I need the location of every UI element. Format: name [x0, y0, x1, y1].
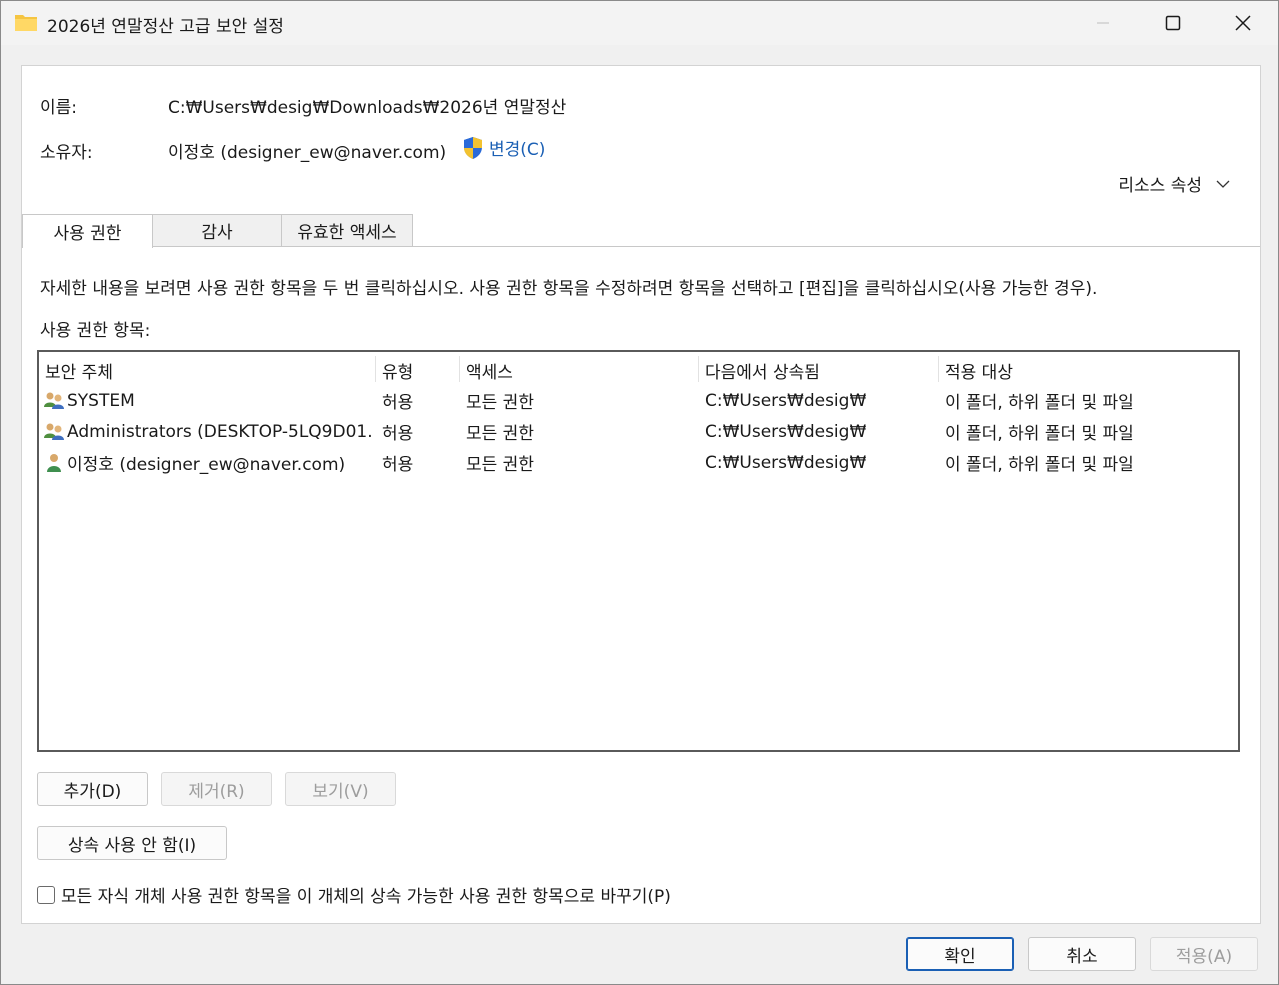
close-button[interactable] — [1213, 1, 1273, 45]
permission-entries-label: 사용 권한 항목: — [40, 321, 151, 341]
settings-panel: 이름: C:₩Users₩desig₩Downloads₩2026년 연말정산 … — [21, 65, 1261, 924]
permission-row[interactable]: SYSTEM 허용 모든 권한 C:₩Users₩desig₩ 이 폴더, 하위… — [39, 385, 1238, 416]
type-cell: 허용 — [382, 424, 414, 444]
change-owner-label: 변경(C) — [489, 140, 546, 160]
inherited-cell: C:₩Users₩desig₩ — [705, 390, 867, 411]
uac-shield-icon — [464, 136, 482, 159]
tab-permissions[interactable]: 사용 권한 — [22, 214, 153, 248]
access-cell: 모든 권한 — [466, 424, 534, 444]
user-icon — [47, 453, 61, 472]
group-users-icon — [44, 423, 64, 440]
maximize-icon — [1165, 15, 1181, 31]
permission-entries-list[interactable]: 보안 주체 유형 액세스 다음에서 상속됨 적용 대상 SYSTEM 허용 모든… — [37, 350, 1240, 752]
column-principal[interactable]: 보안 주체 — [39, 356, 375, 384]
inherited-cell: C:₩Users₩desig₩ — [705, 452, 867, 473]
principal-name: 이정호 (designer_ew@naver.com) — [67, 455, 346, 475]
principal-name: SYSTEM — [67, 390, 135, 411]
owner-label: 소유자: — [40, 143, 93, 163]
advanced-security-window: 2026년 연말정산 고급 보안 설정 이름: C:₩Users₩desig₩D… — [0, 0, 1279, 985]
type-cell: 허용 — [382, 393, 414, 413]
disable-inheritance-button[interactable]: 상속 사용 안 함(I) — [37, 826, 227, 860]
inherited-cell: C:₩Users₩desig₩ — [705, 421, 867, 442]
add-button[interactable]: 추가(D) — [37, 772, 148, 806]
change-owner-link[interactable]: 변경(C) — [462, 135, 545, 160]
maximize-button[interactable] — [1143, 1, 1203, 45]
minimize-button[interactable] — [1073, 1, 1133, 45]
column-inherited-from[interactable]: 다음에서 상속됨 — [699, 356, 938, 384]
replace-child-permissions-option[interactable]: 모든 자식 개체 사용 권한 항목을 이 개체의 상속 가능한 사용 권한 항목… — [37, 882, 671, 907]
tab-divider — [22, 246, 1260, 247]
replace-child-permissions-label: 모든 자식 개체 사용 권한 항목을 이 개체의 상속 가능한 사용 권한 항목… — [61, 887, 671, 907]
type-cell: 허용 — [382, 455, 414, 475]
column-type[interactable]: 유형 — [376, 356, 459, 384]
applies-to-cell: 이 폴더, 하위 폴더 및 파일 — [945, 393, 1134, 413]
name-label: 이름: — [40, 98, 78, 118]
applies-to-cell: 이 폴더, 하위 폴더 및 파일 — [945, 455, 1134, 475]
principal-cell: SYSTEM — [43, 385, 373, 416]
tab-effective-access[interactable]: 유효한 액세스 — [281, 214, 413, 246]
resource-properties-label: 리소스 속성 — [1118, 176, 1202, 196]
principal-cell: Administrators (DESKTOP-5LQ9D01... — [43, 416, 373, 447]
column-access[interactable]: 액세스 — [460, 356, 698, 384]
column-applies-to[interactable]: 적용 대상 — [939, 356, 1239, 384]
principal-name: Administrators (DESKTOP-5LQ9D01... — [67, 421, 373, 442]
chevron-down-icon — [1216, 180, 1230, 188]
access-cell: 모든 권한 — [466, 455, 534, 475]
permission-row[interactable]: 이정호 (designer_ew@naver.com) 허용 모든 권한 C:₩… — [39, 447, 1238, 478]
view-button[interactable]: 보기(V) — [285, 772, 396, 806]
remove-button[interactable]: 제거(R) — [161, 772, 272, 806]
owner-value: 이정호 (designer_ew@naver.com) — [168, 143, 447, 163]
name-value[interactable]: C:₩Users₩desig₩Downloads₩2026년 연말정산 — [168, 93, 566, 118]
applies-to-cell: 이 폴더, 하위 폴더 및 파일 — [945, 424, 1134, 444]
cancel-button[interactable]: 취소 — [1028, 937, 1136, 971]
minimize-icon — [1097, 22, 1109, 24]
permission-row[interactable]: Administrators (DESKTOP-5LQ9D01... 허용 모든… — [39, 416, 1238, 447]
group-users-icon — [44, 392, 64, 409]
resource-properties-toggle[interactable]: 리소스 속성 — [1118, 171, 1230, 196]
apply-button[interactable]: 적용(A) — [1150, 937, 1258, 971]
tab-auditing[interactable]: 감사 — [152, 214, 282, 246]
title-bar[interactable]: 2026년 연말정산 고급 보안 설정 — [1, 1, 1278, 45]
close-icon — [1235, 15, 1251, 31]
window-title: 2026년 연말정산 고급 보안 설정 — [47, 17, 284, 37]
permissions-description: 자세한 내용을 보려면 사용 권한 항목을 두 번 클릭하십시오. 사용 권한 … — [40, 279, 1098, 299]
folder-icon — [15, 15, 37, 31]
access-cell: 모든 권한 — [466, 393, 534, 413]
replace-child-permissions-checkbox[interactable] — [37, 885, 55, 904]
principal-cell: 이정호 (designer_ew@naver.com) — [43, 447, 373, 478]
ok-button[interactable]: 확인 — [906, 937, 1014, 971]
